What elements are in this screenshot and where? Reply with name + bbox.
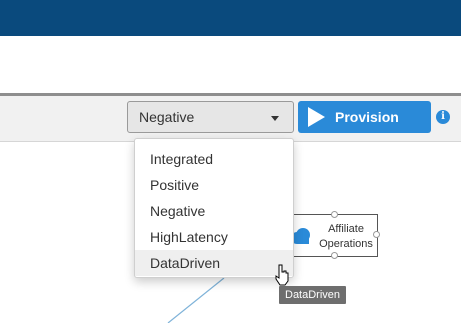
menu-item-highlatency[interactable]: HighLatency <box>135 224 293 250</box>
connection-handle-top[interactable] <box>331 211 338 218</box>
menu-item-datadriven[interactable]: DataDriven <box>135 250 293 276</box>
node-label: Affiliate Operations <box>317 222 375 252</box>
hand-pointer-cursor-icon <box>275 264 289 286</box>
menu-item-negative[interactable]: Negative <box>135 198 293 224</box>
affiliate-operations-node[interactable]: Affiliate Operations <box>290 211 380 259</box>
tooltip: DataDriven <box>279 286 347 304</box>
connection-handle-bottom[interactable] <box>331 252 338 259</box>
node-label-line2: Operations <box>319 238 373 250</box>
menu-item-integrated[interactable]: Integrated <box>135 146 293 172</box>
menu-item-positive[interactable]: Positive <box>135 172 293 198</box>
node-label-line1: Affiliate <box>328 223 364 235</box>
connection-handle-right[interactable] <box>373 231 380 238</box>
scenario-dropdown-menu: Integrated Positive Negative HighLatency… <box>134 138 294 278</box>
